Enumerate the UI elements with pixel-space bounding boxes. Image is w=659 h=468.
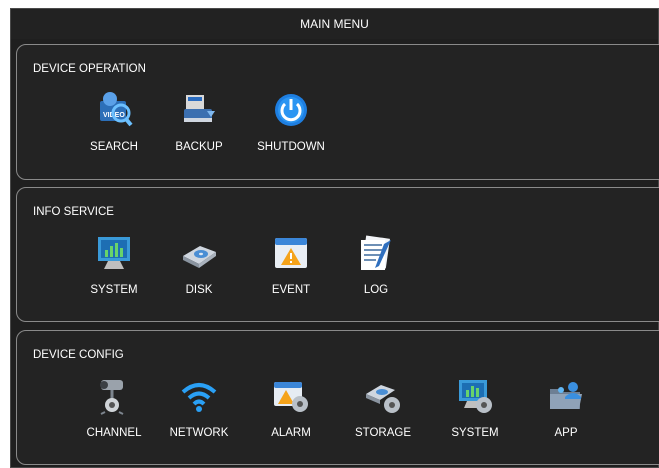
- alarm-gear-icon: [274, 382, 308, 412]
- storage-label: STORAGE: [354, 427, 412, 439]
- shutdown-button[interactable]: SHUTDOWN: [251, 91, 331, 153]
- log-document-icon: [361, 235, 391, 270]
- system-info-label: SYSTEM: [90, 284, 138, 296]
- section-title: DEVICE CONFIG: [33, 349, 124, 361]
- event-button[interactable]: EVENT: [251, 234, 331, 296]
- search-button[interactable]: VIDEO SEARCH: [74, 91, 154, 153]
- system-info-button[interactable]: SYSTEM: [74, 234, 154, 296]
- power-icon: [275, 94, 307, 126]
- backup-label: BACKUP: [175, 141, 223, 153]
- channel-button[interactable]: CHANNEL: [74, 377, 154, 439]
- system-config-button[interactable]: SYSTEM: [435, 377, 515, 439]
- device-operation-panel: DEVICE OPERATION VIDEO SEARCH BACKUP SHU…: [16, 44, 659, 180]
- network-label: NETWORK: [169, 427, 229, 439]
- disk-button[interactable]: DISK: [159, 234, 239, 296]
- alarm-label: ALARM: [271, 427, 311, 439]
- disk-label: DISK: [185, 284, 213, 296]
- backup-button[interactable]: BACKUP: [159, 91, 239, 153]
- channel-label: CHANNEL: [86, 427, 142, 439]
- backup-icon: [184, 95, 215, 122]
- log-button[interactable]: LOG: [336, 234, 416, 296]
- window-title: MAIN MENU: [11, 9, 658, 39]
- device-config-panel: DEVICE CONFIG CHANNEL NETWORK ALARM STOR…: [16, 330, 659, 465]
- app-label: APP: [554, 427, 578, 439]
- section-title: DEVICE OPERATION: [33, 63, 146, 75]
- section-title: INFO SERVICE: [33, 206, 114, 218]
- system-monitor-icon: [98, 237, 130, 269]
- storage-button[interactable]: STORAGE: [343, 377, 423, 439]
- wifi-icon: [181, 383, 217, 412]
- app-button[interactable]: APP: [526, 377, 606, 439]
- system-config-label: SYSTEM: [451, 427, 499, 439]
- storage-gear-icon: [366, 385, 400, 413]
- alarm-button[interactable]: ALARM: [251, 377, 331, 439]
- warning-event-icon: [275, 238, 307, 268]
- search-label: SEARCH: [90, 141, 138, 153]
- network-button[interactable]: NETWORK: [159, 377, 239, 439]
- search-video-icon: VIDEO: [100, 92, 133, 127]
- camera-gear-icon: [100, 380, 124, 415]
- system-gear-icon: [459, 380, 492, 413]
- app-folder-icon: [550, 382, 582, 409]
- main-menu-window: MAIN MENU DEVICE OPERATION VIDEO SEARCH: [10, 8, 659, 468]
- event-label: EVENT: [271, 284, 311, 296]
- disk-drive-icon: [183, 246, 216, 268]
- log-label: LOG: [363, 284, 389, 296]
- shutdown-label: SHUTDOWN: [257, 141, 325, 153]
- info-service-panel: INFO SERVICE SYSTEM DISK EVENT LOG: [16, 187, 659, 322]
